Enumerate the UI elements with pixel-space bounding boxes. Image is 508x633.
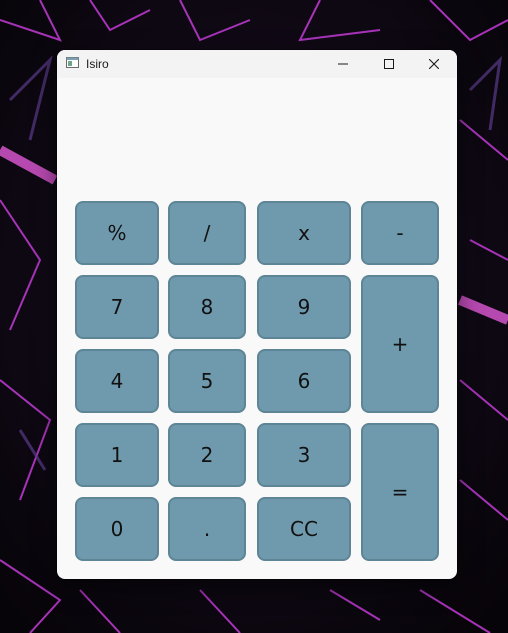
- zero-button[interactable]: 0: [75, 497, 159, 561]
- close-button[interactable]: [411, 50, 457, 78]
- decimal-button[interactable]: .: [168, 497, 246, 561]
- window-title: Isiro: [86, 57, 109, 71]
- maximize-icon: [384, 59, 394, 69]
- eight-button[interactable]: 8: [168, 275, 246, 339]
- minimize-button[interactable]: [320, 50, 366, 78]
- two-button[interactable]: 2: [168, 423, 246, 487]
- percent-button[interactable]: %: [75, 201, 159, 265]
- minimize-icon: [338, 63, 348, 65]
- clear-button[interactable]: CC: [257, 497, 351, 561]
- one-button[interactable]: 1: [75, 423, 159, 487]
- title-bar[interactable]: Isiro: [57, 50, 457, 78]
- minus-button[interactable]: -: [361, 201, 439, 265]
- seven-button[interactable]: 7: [75, 275, 159, 339]
- six-button[interactable]: 6: [257, 349, 351, 413]
- maximize-button[interactable]: [366, 50, 412, 78]
- plus-button[interactable]: +: [361, 275, 439, 413]
- calculator-window: Isiro % / x - 7 8 9 + 4 5 6 1 2 3 = 0 . …: [57, 50, 457, 579]
- result-display: [57, 78, 457, 196]
- divide-button[interactable]: /: [168, 201, 246, 265]
- close-icon: [429, 59, 439, 69]
- app-window-icon: [66, 57, 79, 68]
- equals-button[interactable]: =: [361, 423, 439, 561]
- five-button[interactable]: 5: [168, 349, 246, 413]
- three-button[interactable]: 3: [257, 423, 351, 487]
- four-button[interactable]: 4: [75, 349, 159, 413]
- multiply-button[interactable]: x: [257, 201, 351, 265]
- nine-button[interactable]: 9: [257, 275, 351, 339]
